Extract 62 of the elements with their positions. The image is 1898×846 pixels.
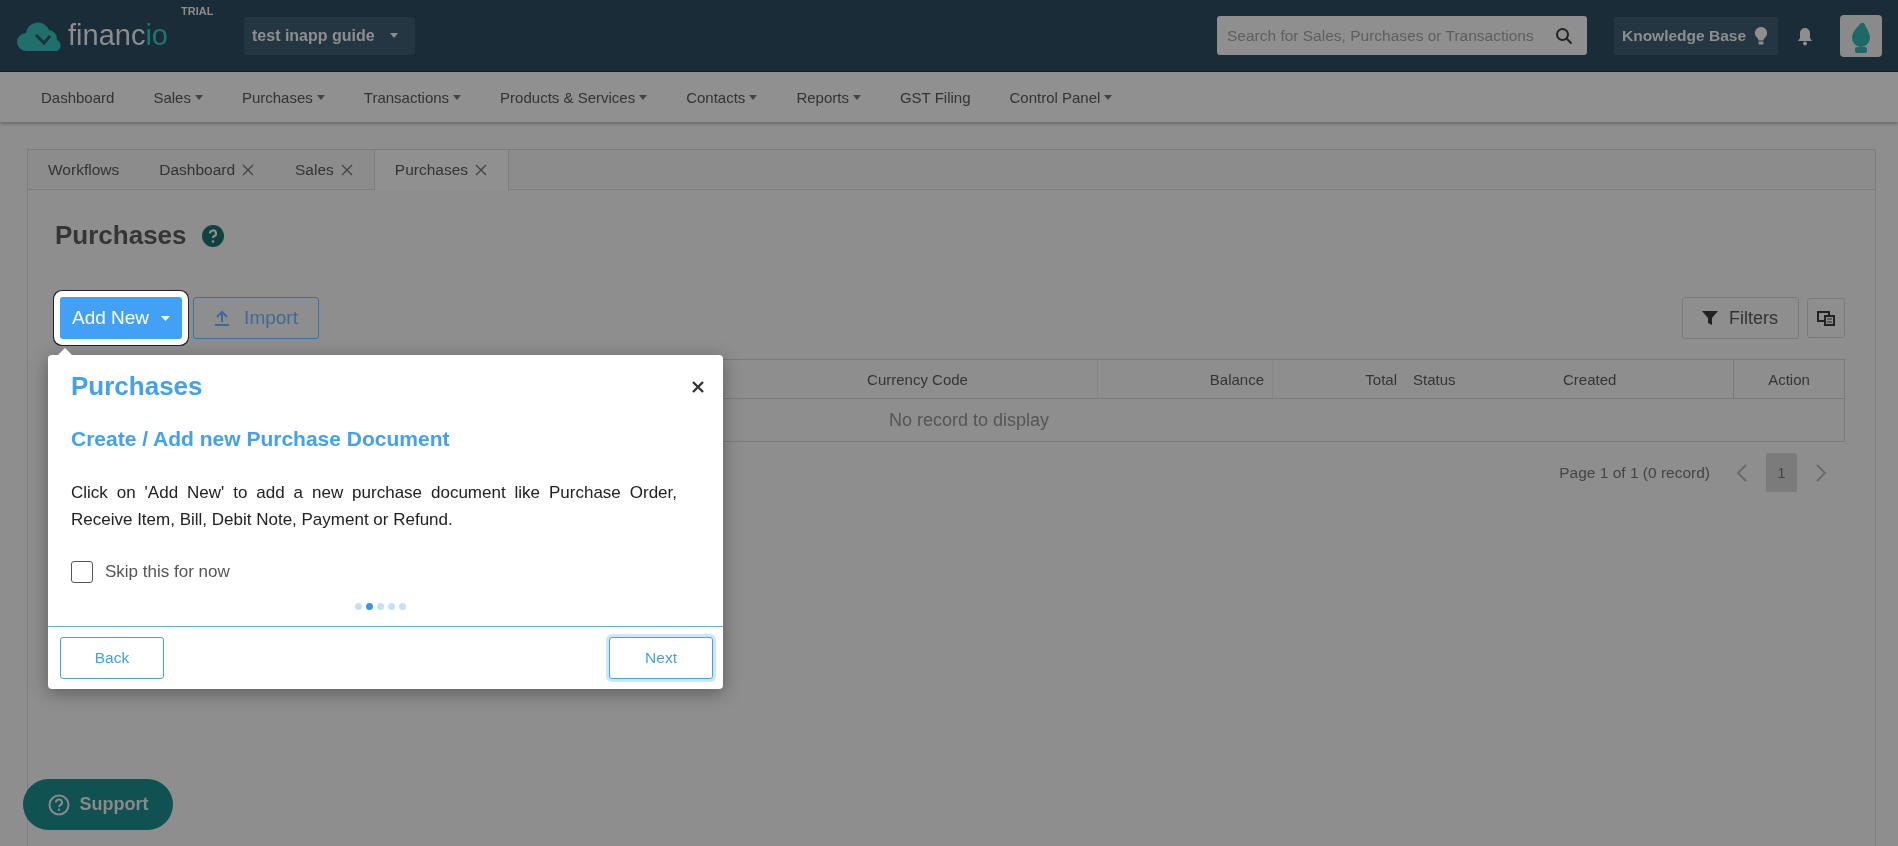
caret-icon — [453, 94, 462, 100]
tab[interactable]: Dashboard — [139, 150, 276, 190]
caret-icon — [388, 32, 399, 39]
column-header[interactable]: Total — [1273, 360, 1405, 398]
step-dot[interactable] — [398, 603, 406, 610]
upload-icon — [214, 310, 231, 326]
caret-icon — [194, 94, 203, 100]
menu-item[interactable]: Sales — [137, 72, 219, 122]
page-title: Purchases — [55, 220, 187, 251]
menu-item[interactable]: Transactions — [347, 72, 478, 122]
avatar-icon[interactable] — [1840, 14, 1882, 57]
columns-icon — [1817, 310, 1835, 326]
empty-message: No record to display — [889, 409, 1050, 431]
support-button[interactable]: Support — [23, 779, 173, 830]
guide-title: Purchases — [71, 371, 203, 402]
checkbox-label: Skip this for now — [105, 562, 230, 582]
tab[interactable]: Workflows — [28, 150, 140, 190]
menu-item[interactable]: Products & Services — [484, 72, 664, 122]
logo-text: financio — [68, 19, 168, 52]
tab[interactable]: Sales — [275, 150, 374, 190]
menu-item[interactable]: Reports — [780, 72, 877, 122]
column-header[interactable]: Created — [1555, 360, 1733, 398]
menu-item[interactable]: Purchases — [225, 72, 341, 122]
page-button[interactable]: 1 — [1766, 453, 1797, 492]
columns-button[interactable] — [1807, 298, 1845, 338]
column-header[interactable]: Balance — [1098, 360, 1273, 398]
chevron-left-icon[interactable] — [1736, 462, 1748, 483]
step-dot[interactable] — [365, 603, 373, 610]
bell-icon[interactable] — [1796, 25, 1814, 46]
caret-icon — [161, 315, 171, 321]
menu-item[interactable]: Contacts — [670, 72, 774, 122]
filters-button[interactable]: Filters — [1682, 297, 1799, 339]
next-button[interactable]: Next — [609, 637, 713, 679]
knowledge-base-button[interactable]: Knowledge Base — [1613, 16, 1778, 55]
close-icon[interactable] — [692, 380, 704, 393]
back-button[interactable]: Back — [60, 637, 164, 679]
trial-label: TRIAL — [181, 4, 214, 17]
checkbox[interactable] — [71, 561, 93, 583]
step-dot[interactable] — [354, 603, 362, 610]
column-header[interactable]: Action — [1733, 360, 1844, 398]
caret-icon — [1104, 94, 1113, 100]
menu-item[interactable]: Dashboard — [25, 72, 131, 122]
caret-icon — [852, 94, 861, 100]
menu-item[interactable]: Control Panel — [993, 72, 1129, 122]
step-dot[interactable] — [387, 603, 395, 610]
guide-subtitle: Create / Add new Purchase Document — [71, 427, 451, 451]
lightbulb-icon — [1754, 25, 1768, 46]
menu-item[interactable]: GST Filing — [883, 72, 987, 122]
organization-selector[interactable]: test inapp guide — [244, 16, 415, 55]
chevron-right-icon[interactable] — [1815, 462, 1827, 483]
caret-icon — [639, 94, 648, 100]
pagination-summary: Page 1 of 1 (0 record) — [1559, 463, 1710, 482]
help-icon — [47, 793, 70, 816]
filter-icon — [1701, 309, 1719, 327]
caret-icon — [749, 94, 758, 100]
caret-icon — [316, 94, 325, 100]
guide-text: Click on 'Add New' to add a new purchase document like Purchase Order, Receive Item, Bill, Debit Note, Payment or Refund. — [71, 482, 677, 531]
tab[interactable]: Purchases — [373, 150, 510, 190]
step-dot[interactable] — [376, 603, 384, 610]
column-header[interactable]: Currency Code — [738, 360, 1098, 398]
help-icon[interactable] — [201, 224, 224, 247]
column-header[interactable]: Status — [1405, 360, 1555, 398]
